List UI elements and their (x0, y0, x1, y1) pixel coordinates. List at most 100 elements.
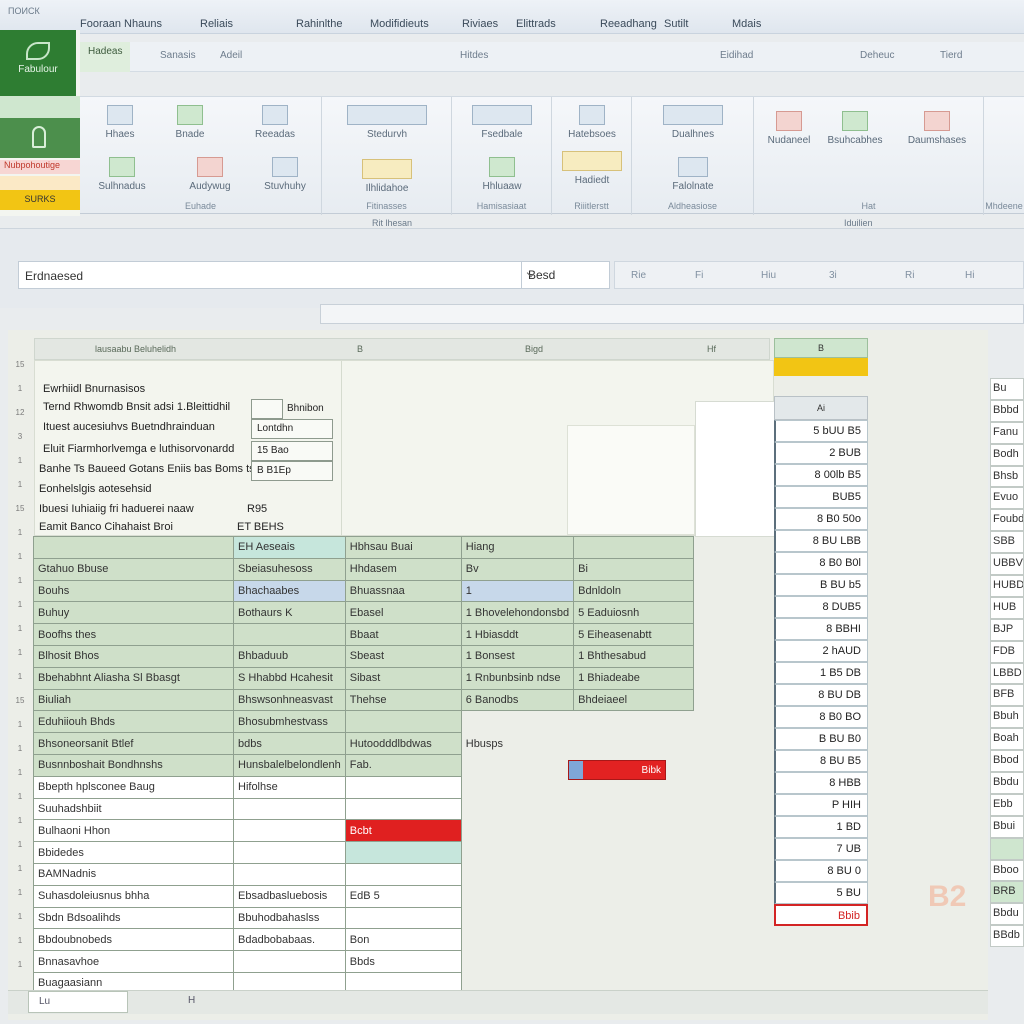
far-cell[interactable]: Bodh (990, 443, 1024, 466)
fx-item-3[interactable]: Hiu (761, 270, 776, 281)
name-box-dropdown[interactable]: Besd (521, 262, 611, 288)
table-cell[interactable]: Bnnasavhoe (33, 950, 234, 973)
table-cell[interactable]: Buhuy (33, 601, 234, 625)
table-cell[interactable]: bdbs (233, 732, 346, 755)
far-cell[interactable]: HUBD (990, 575, 1024, 597)
menu-item-7[interactable]: Reeadhang (600, 18, 657, 30)
fx-item-5[interactable]: Ri (905, 270, 914, 281)
menu-item-2[interactable]: Reliais (200, 18, 233, 30)
table-cell[interactable]: Bouhs (33, 579, 234, 603)
table-cell[interactable]: Hbusps (461, 732, 574, 755)
table-cell[interactable] (344, 841, 462, 864)
table-cell[interactable]: 5 Eiheasenabtt (573, 623, 695, 646)
ribbon-btn-4[interactable]: Sulhnadus (82, 157, 162, 192)
far-cell[interactable]: Evuo (990, 487, 1024, 510)
table-cell[interactable]: Blhosit Bhos (33, 644, 234, 668)
table-cell[interactable] (573, 732, 694, 755)
table-cell[interactable] (461, 710, 574, 733)
table-cell[interactable] (573, 710, 694, 733)
table-cell[interactable]: 1 Bhiadeabe (573, 666, 695, 690)
far-cell[interactable]: Bbdu (990, 903, 1024, 926)
tab-4[interactable]: Hitdes (460, 50, 488, 61)
table-cell[interactable]: Hutoodddlbdwas (344, 732, 462, 755)
far-cell[interactable]: Foubd (990, 509, 1024, 532)
table-cell[interactable]: Bhuassnaa (344, 579, 462, 603)
row-number[interactable]: 1 (8, 816, 32, 825)
table-cell[interactable]: 1 (460, 579, 575, 603)
row-number[interactable]: 1 (8, 600, 32, 609)
row-number[interactable]: 1 (8, 720, 32, 729)
table-cell[interactable] (574, 820, 694, 842)
menu-item-1[interactable]: Fooraan Nhauns (80, 18, 162, 30)
table-cell[interactable] (461, 863, 573, 885)
far-cell[interactable]: BRB (990, 881, 1024, 904)
table-cell[interactable]: Bcbt (344, 819, 462, 843)
table-cell[interactable] (461, 798, 573, 820)
far-cell[interactable]: BBdb (990, 925, 1024, 948)
value-cell[interactable]: 5 bUU B5 (774, 420, 868, 442)
table-cell[interactable] (461, 842, 573, 864)
ribbon-btn-16[interactable]: Bsuhcabhes (820, 111, 890, 146)
far-cell[interactable]: HUB (990, 596, 1024, 619)
grid-header-cell[interactable]: EH Aeseais (233, 536, 346, 559)
far-cell[interactable]: Bbod (990, 750, 1024, 773)
table-cell[interactable] (574, 798, 694, 820)
table-cell[interactable]: Sbeast (344, 644, 462, 668)
row-number[interactable]: 1 (8, 744, 32, 753)
ribbon-btn-17[interactable]: Daumshases (894, 111, 980, 146)
table-cell[interactable] (233, 862, 346, 886)
info-box-1[interactable] (251, 399, 283, 419)
table-cell[interactable] (233, 819, 346, 843)
table-cell[interactable] (344, 906, 462, 930)
table-cell[interactable]: Bbehabhnt Aliasha Sl Bbasgt (33, 666, 234, 690)
table-cell[interactable] (344, 797, 462, 821)
ribbon-btn-10[interactable]: Hhluaaw (456, 157, 548, 192)
table-cell[interactable] (461, 907, 573, 929)
table-cell[interactable] (574, 907, 694, 929)
table-cell[interactable]: Bbepth hplsconee Baug (33, 775, 234, 799)
table-cell[interactable] (574, 929, 694, 951)
sheet-tab-2[interactable]: H (178, 991, 205, 1013)
table-cell[interactable] (233, 623, 346, 646)
value-cell[interactable]: 8 BU DB (774, 684, 868, 706)
fx-item-6[interactable]: Hi (965, 270, 974, 281)
row-number[interactable]: 1 (8, 648, 32, 657)
ribbon-btn-8[interactable]: Ilhlidahoe (332, 159, 442, 194)
table-cell[interactable] (574, 951, 694, 973)
table-cell[interactable]: Bhswsonhneasvast (233, 688, 346, 712)
table-cell[interactable] (461, 754, 574, 777)
sort-button[interactable]: Ai (774, 396, 868, 420)
ribbon-btn-7[interactable]: Stedurvh (332, 105, 442, 140)
table-cell[interactable] (574, 863, 694, 885)
row-number[interactable]: 1 (8, 912, 32, 921)
value-cell[interactable]: 7 UB (774, 838, 868, 860)
row-number[interactable]: 1 (8, 456, 32, 465)
fx-item-1[interactable]: Rie (631, 270, 646, 281)
table-cell[interactable]: Bulhaoni Hhon (33, 819, 234, 843)
table-cell[interactable]: Ebasel (344, 601, 462, 625)
row-number[interactable]: 1 (8, 528, 32, 537)
fx-item-4[interactable]: 3i (829, 270, 837, 281)
grid-header-cell[interactable]: Hiang (460, 536, 575, 559)
fx-item-2[interactable]: Fi (695, 270, 703, 281)
ribbon-btn-15[interactable]: Nudaneel (764, 111, 814, 146)
row-number[interactable]: 1 (8, 624, 32, 633)
red-bar[interactable]: Bibk (568, 760, 666, 780)
table-cell[interactable] (574, 842, 694, 864)
backstage-item-1[interactable] (0, 96, 80, 118)
table-cell[interactable]: Hhdasem (344, 557, 462, 581)
col-header-c[interactable]: Bigd (525, 344, 543, 354)
tab-6[interactable]: Deheuc (860, 50, 894, 61)
table-cell[interactable]: BAMNadnis (33, 862, 234, 886)
far-cell[interactable]: BJP (990, 618, 1024, 641)
value-cell[interactable]: 8 BU B5 (774, 750, 868, 772)
table-cell[interactable] (461, 951, 573, 973)
far-cell[interactable]: LBBD (990, 662, 1024, 685)
table-cell[interactable]: 1 Hbiasddt (460, 623, 575, 646)
table-cell[interactable]: S Hhabbd Hcahesit (233, 666, 346, 690)
row-number[interactable]: 1 (8, 864, 32, 873)
value-cell[interactable]: BUB5 (774, 486, 868, 508)
far-cell[interactable]: SBB (990, 531, 1024, 554)
table-cell[interactable] (344, 862, 462, 886)
table-cell[interactable] (461, 820, 573, 842)
